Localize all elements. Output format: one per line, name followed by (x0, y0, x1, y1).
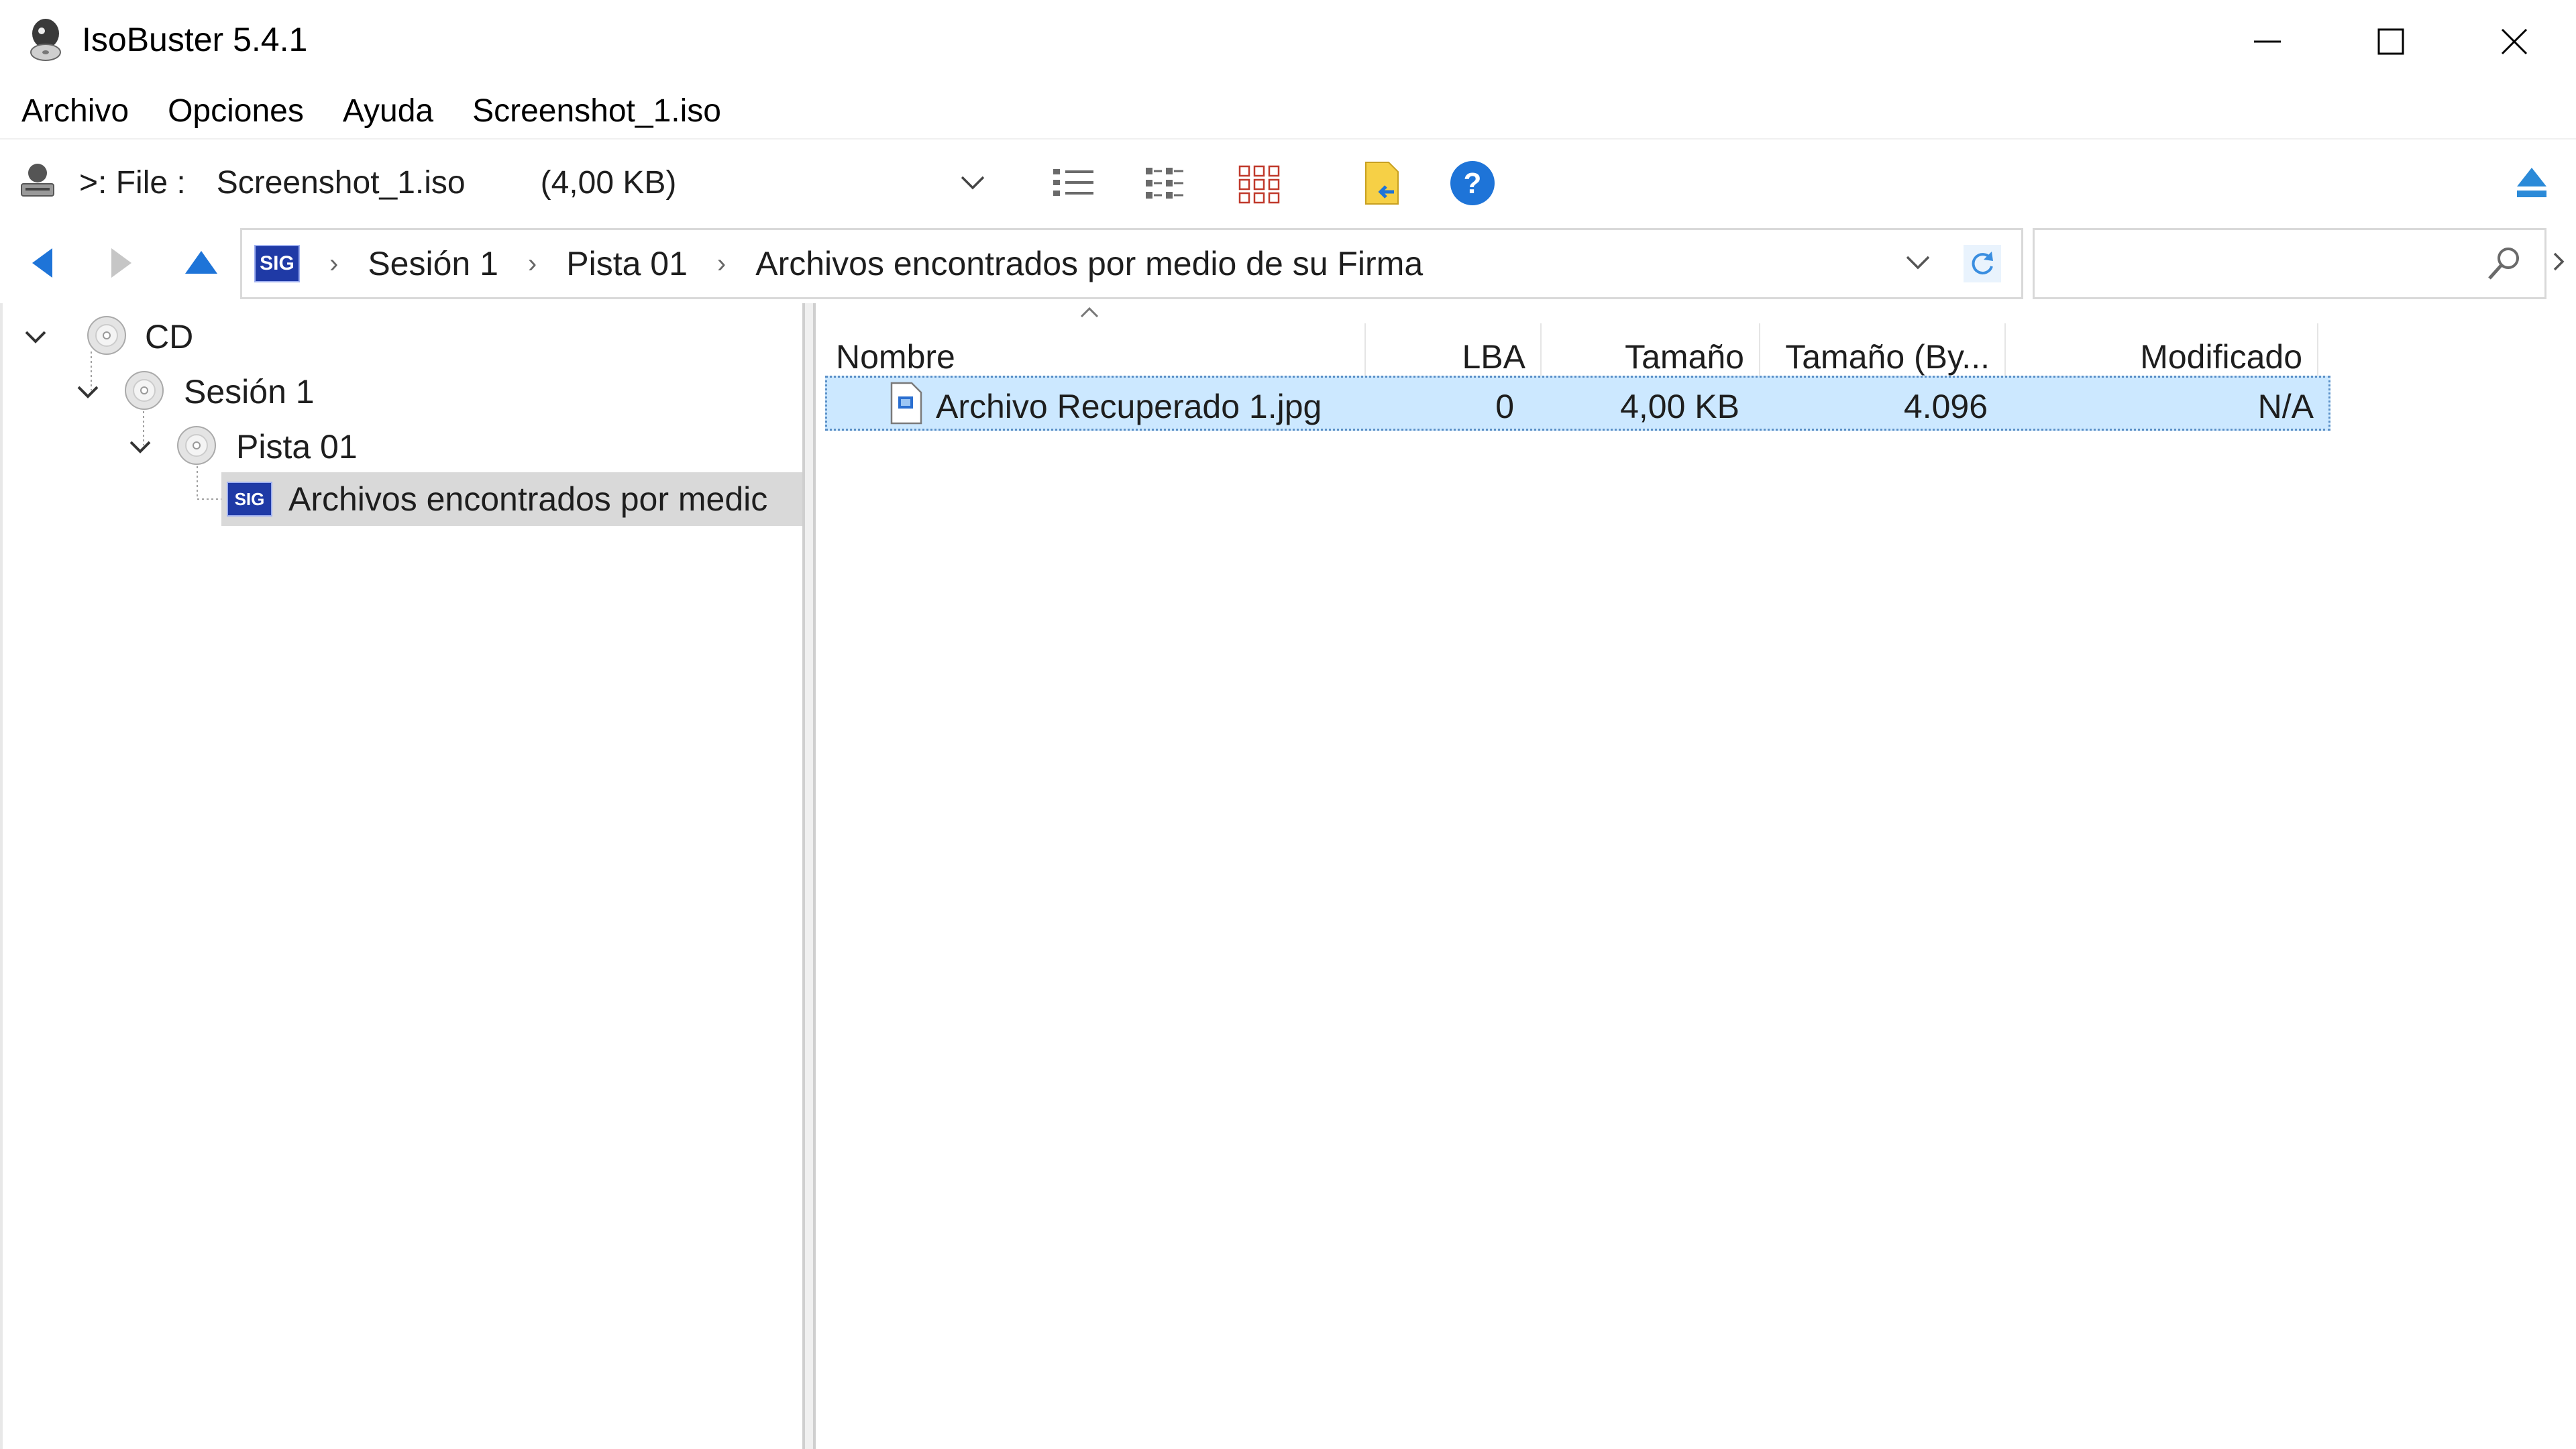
column-header-label: Modificado (2140, 338, 2302, 376)
icons-view-button[interactable] (1236, 162, 1283, 205)
tree-item-label: Archivos encontrados por medic (288, 480, 768, 518)
more-chevron-icon[interactable] (2549, 248, 2569, 278)
breadcrumb-current[interactable]: Archivos encontrados por medio de su Fir… (755, 244, 1423, 283)
close-button[interactable] (2453, 0, 2576, 83)
icons-view-icon (1238, 165, 1280, 204)
details-view-icon (1146, 168, 1183, 199)
sig-icon: SIG (227, 482, 272, 517)
breadcrumb-separator-icon: › (527, 248, 537, 278)
column-header-label: Tamaño (1625, 338, 1744, 376)
back-arrow-icon (32, 248, 52, 278)
table-row[interactable]: Archivo Recuperado 1.jpg 0 4,00 KB 4.096… (825, 376, 2330, 431)
menu-archivo[interactable]: Archivo (21, 83, 129, 139)
cd-icon (86, 315, 127, 360)
minimize-button[interactable] (2206, 0, 2329, 83)
chevron-down-icon[interactable] (20, 327, 51, 347)
tree-item-session[interactable]: Sesión 1 (72, 370, 315, 413)
sig-badge: SIG (254, 245, 300, 282)
tree-item-label: CD (145, 318, 194, 356)
up-arrow-icon (185, 251, 217, 274)
cell-modified: N/A (2257, 388, 2314, 425)
search-icon[interactable] (2485, 245, 2523, 286)
forward-arrow-icon (111, 248, 131, 278)
title-bar: IsoBuster 5.4.1 (0, 0, 2576, 83)
sort-ascending-icon (1077, 306, 1102, 323)
tree-item-label: Sesión 1 (184, 373, 315, 411)
column-header-label: Tamaño (By... (1785, 338, 1990, 376)
address-dropdown-icon[interactable] (1904, 250, 1931, 278)
maximize-button[interactable] (2329, 0, 2453, 83)
tree-pane: CD Sesión 1 Pista 01 SIG Archivos encont… (0, 303, 805, 1449)
close-icon (2501, 28, 2528, 55)
list-view-button[interactable] (1051, 164, 1097, 204)
device-size: (4,00 KB) (540, 164, 677, 201)
breadcrumb-separator-icon: › (716, 248, 727, 278)
menu-bar: Archivo Opciones Ayuda Screenshot_1.iso (0, 83, 2576, 138)
breadcrumb-separator-icon: › (329, 248, 339, 278)
details-view-button[interactable] (1142, 164, 1189, 204)
breadcrumb[interactable]: SIG › Sesión 1 › Pista 01 › Archivos enc… (240, 228, 2023, 299)
chevron-down-icon[interactable] (72, 382, 103, 402)
up-button[interactable] (181, 244, 221, 282)
search-box (2033, 228, 2546, 299)
drive-icon (17, 161, 58, 201)
column-header-label: Nombre (836, 338, 955, 376)
device-prefix: >: File : (79, 164, 186, 201)
cd-icon (176, 425, 217, 470)
cell-lba: 0 (1495, 388, 1514, 425)
help-icon: ? (1450, 161, 1495, 205)
dropdown-chevron-icon[interactable] (958, 169, 987, 199)
tree-item-cd[interactable]: CD (20, 315, 193, 358)
eject-icon (2517, 168, 2546, 197)
device-selector[interactable]: >: File : Screenshot_1.iso (4,00 KB) (79, 154, 997, 211)
breadcrumb-track[interactable]: Pista 01 (566, 244, 688, 283)
refresh-icon[interactable] (1964, 245, 2001, 286)
forward-button[interactable] (105, 244, 138, 282)
image-file-icon (889, 382, 924, 428)
tree-item-label: Pista 01 (236, 428, 358, 466)
svg-text:?: ? (1464, 167, 1482, 200)
device-name: Screenshot_1.iso (216, 164, 466, 201)
search-input[interactable] (2041, 237, 2473, 289)
menu-file-name[interactable]: Screenshot_1.iso (472, 83, 721, 139)
cell-size: 4,00 KB (1620, 388, 1739, 425)
breadcrumb-session[interactable]: Sesión 1 (368, 244, 498, 283)
maximize-icon (2377, 28, 2404, 55)
pane-splitter[interactable] (805, 303, 813, 1449)
list-view-icon (1053, 169, 1093, 196)
back-button[interactable] (25, 244, 59, 282)
app-logo-icon (25, 17, 66, 62)
toolbar: >: File : Screenshot_1.iso (4,00 KB) ? (0, 138, 2576, 225)
column-header-label: LBA (1462, 338, 1525, 376)
menu-opciones[interactable]: Opciones (168, 83, 304, 139)
file-list-pane: Nombre LBA Tamaño Tamaño (By... Modifica… (813, 303, 2576, 1449)
eject-button[interactable] (2513, 164, 2551, 201)
help-button[interactable]: ? (1449, 160, 1496, 207)
minimize-icon (2254, 40, 2281, 43)
menu-ayuda[interactable]: Ayuda (343, 83, 433, 139)
tree-item-signature-files[interactable]: SIG Archivos encontrados por medic (221, 472, 802, 526)
cd-icon (123, 370, 165, 415)
tree-item-track[interactable]: Pista 01 (125, 425, 358, 468)
extract-button[interactable] (1360, 160, 1403, 207)
cell-name: Archivo Recuperado 1.jpg (936, 388, 1322, 425)
cell-size-bytes: 4.096 (1903, 388, 1988, 425)
chevron-down-icon[interactable] (125, 437, 156, 457)
extract-icon (1365, 162, 1399, 205)
app-title: IsoBuster 5.4.1 (82, 21, 308, 58)
